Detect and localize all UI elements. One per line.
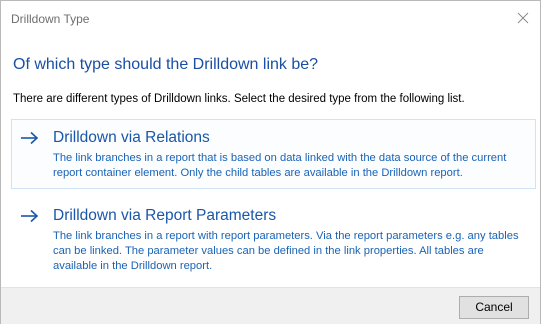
main-instruction-heading: Of which type should the Drilldown link … <box>13 56 319 73</box>
window-title: Drilldown Type <box>11 12 90 26</box>
title-bar[interactable]: Drilldown Type <box>1 1 540 33</box>
option-description: The link branches in a report with repor… <box>53 230 519 272</box>
option-drilldown-via-report-parameters[interactable]: Drilldown via Report Parameters The link… <box>11 197 536 273</box>
arrow-right-icon <box>21 131 39 145</box>
option-description: The link branches in a report that is ba… <box>53 152 507 179</box>
option-title: Drilldown via Relations <box>53 129 210 146</box>
cancel-button[interactable]: Cancel <box>459 296 529 319</box>
arrow-right-icon <box>21 209 39 223</box>
close-icon <box>517 12 529 24</box>
drilldown-type-dialog: Drilldown Type Of which type should the … <box>0 0 541 324</box>
option-title: Drilldown via Report Parameters <box>53 207 277 224</box>
instruction-text: There are different types of Drilldown l… <box>13 93 465 105</box>
option-drilldown-via-relations[interactable]: Drilldown via Relations The link branche… <box>11 119 536 189</box>
dialog-footer: Cancel <box>1 287 540 324</box>
close-button[interactable] <box>512 7 534 29</box>
